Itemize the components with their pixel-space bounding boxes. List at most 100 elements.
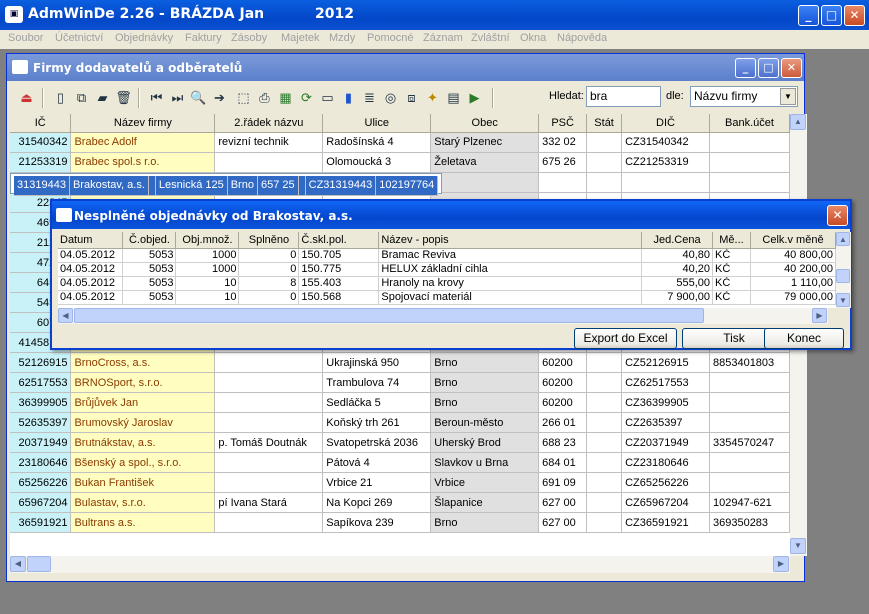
menu-ucetnictvi[interactable]: Účetnictví — [55, 32, 103, 44]
menu-faktury[interactable]: Faktury — [185, 32, 222, 44]
menu-okna[interactable]: Okna — [520, 32, 546, 44]
column-header[interactable]: Obec — [430, 114, 540, 133]
dialog-close-button[interactable]: ✕ — [827, 205, 848, 226]
chart-icon[interactable]: ▮ — [340, 89, 357, 106]
menu-mzdy[interactable]: Mzdy — [329, 32, 355, 44]
child-maximize-button[interactable]: □ — [758, 58, 779, 78]
excel-icon[interactable]: ▦ — [277, 89, 294, 106]
wand-icon[interactable]: ✦ — [424, 89, 441, 106]
menu-zaznam[interactable]: Záznam — [423, 32, 463, 44]
open-folder-icon[interactable]: ▰ — [94, 89, 111, 106]
table-cell — [709, 412, 790, 433]
menu-pomocne[interactable]: Pomocné — [367, 32, 413, 44]
table-row[interactable]: 31319443 Brakostav, a.s. Lesnická 125 Brno 6… — [10, 172, 443, 196]
table-row[interactable]: 04.05.2012 5053 10 0 150.568 Spojovací materi… — [58, 290, 836, 305]
table-cell — [214, 412, 324, 433]
scroll-left-icon[interactable]: ◀ — [10, 556, 26, 572]
scroll-left-icon[interactable]: ◀ — [58, 308, 73, 323]
search-input[interactable]: bra — [586, 86, 661, 107]
binoculars-icon[interactable]: ◎ — [382, 89, 399, 106]
column-header[interactable]: Jed.Cena — [641, 232, 714, 249]
list-icon[interactable]: ≣ — [361, 89, 378, 106]
table-row[interactable]: 21253319 Brabec spol.s r.o. Olomoucká 3 Žel… — [10, 152, 790, 173]
search-icon[interactable]: 🔍 — [190, 89, 207, 106]
minimize-button[interactable]: _ — [798, 5, 819, 26]
dialog-horizontal-scrollbar[interactable]: ◀ ▶ — [58, 308, 828, 324]
select-icon[interactable]: ⬚ — [235, 89, 252, 106]
column-header[interactable]: Název - popis — [378, 232, 643, 249]
menu-soubor[interactable]: Soubor — [8, 32, 43, 44]
child-minimize-button[interactable]: _ — [735, 58, 756, 78]
menu-zvlastni[interactable]: Zvláštní — [471, 32, 510, 44]
scroll-down-icon[interactable]: ▼ — [836, 293, 850, 307]
table-row[interactable]: 04.05.2012 5053 10 8 155.403 Hranoly na krovy… — [58, 276, 836, 291]
column-header[interactable]: DIČ — [621, 114, 710, 133]
maximize-button[interactable]: □ — [821, 5, 842, 26]
column-header[interactable]: Č.skl.pol. — [298, 232, 380, 249]
table-row[interactable]: 52635397 Brumovský Jaroslav Koňský trh 261… — [10, 412, 790, 433]
last-record-icon[interactable]: ⏭ — [169, 89, 186, 106]
delete-icon[interactable]: 🗑 — [115, 89, 132, 106]
chevron-down-icon[interactable]: ▼ — [780, 88, 796, 105]
dialog-vertical-scrollbar[interactable]: ▲ ▼ — [836, 232, 851, 308]
first-record-icon[interactable]: ⏮ — [148, 89, 165, 106]
table-cell: 0 — [238, 262, 300, 277]
table-row[interactable]: 62517553 BRNOSport, s.r.o. Trambulova 74 Br… — [10, 372, 790, 393]
table-row[interactable]: 31540342 Brabec Adolf revizní technik Radoš… — [10, 132, 790, 153]
column-header[interactable]: Splněno — [238, 232, 300, 249]
column-header[interactable]: Mě... — [712, 232, 751, 249]
search-by-select[interactable]: Názvu firmy ▼ — [690, 86, 798, 107]
scroll-thumb[interactable] — [27, 556, 51, 572]
menu-objednavky[interactable]: Objednávky — [115, 32, 173, 44]
menu-napoveda[interactable]: Nápověda — [557, 32, 607, 44]
table-row[interactable]: 36399905 Brůjůvek Jan Sedláčka 5 Brno 60200 C… — [10, 392, 790, 413]
notes-icon[interactable]: ▤ — [445, 89, 462, 106]
table-row[interactable]: 04.05.2012 5053 1000 0 150.775 HELUX základní… — [58, 262, 836, 277]
documents-icon[interactable]: ⧈ — [403, 89, 420, 106]
export-excel-button[interactable]: Export do Excel — [574, 328, 677, 349]
close-button[interactable]: ✕ — [844, 5, 865, 26]
column-header[interactable]: Stát — [586, 114, 623, 133]
table-row[interactable]: 36591921 Bultrans a.s. Sapíkova 239 Brno 627… — [10, 512, 790, 533]
card-icon[interactable]: ▭ — [319, 89, 336, 106]
table-cell: KČ — [712, 276, 751, 291]
table-row[interactable]: 23180646 Bšenský a spol., s.r.o. Pátová 4S… — [10, 452, 790, 473]
close-dialog-button[interactable]: Konec — [764, 328, 844, 349]
column-header[interactable]: 2.řádek názvu — [214, 114, 324, 133]
column-header[interactable]: PSČ — [538, 114, 588, 133]
table-row[interactable]: 65256226 Bukan František Vrbice 21 Vrbice 69… — [10, 472, 790, 493]
print-icon[interactable]: ⎙ — [256, 89, 273, 106]
menu-majetek[interactable]: Majetek — [281, 32, 320, 44]
table-cell — [586, 172, 623, 193]
refresh-icon[interactable]: ⟳ — [298, 89, 315, 106]
table-cell: pí Ivana Stará — [214, 492, 324, 513]
horizontal-scrollbar[interactable]: ◀ ▶ — [10, 556, 790, 573]
table-row[interactable]: 20371949 Brutnákstav, a.s. p. Tomáš Doutná… — [10, 432, 790, 453]
new-document-icon[interactable]: ▯ — [52, 89, 69, 106]
column-header[interactable]: Bank.účet — [709, 114, 790, 133]
table-row[interactable]: 04.05.2012 5053 1000 0 150.705 Bramac Reviva 4… — [58, 248, 836, 263]
column-header[interactable]: Ulice — [322, 114, 432, 133]
child-close-button[interactable]: ✕ — [781, 58, 802, 78]
table-cell: KČ — [712, 248, 751, 263]
table-row[interactable]: 65967204 Bulastav, s.r.o. pí Ivana Stará Na… — [10, 492, 790, 513]
column-header[interactable]: Obj.množ. — [175, 232, 240, 249]
column-header[interactable]: Č.objed. — [122, 232, 177, 249]
run-icon[interactable]: ▶ — [466, 89, 483, 106]
column-header[interactable]: Celk.v měně — [750, 232, 836, 249]
table-row[interactable]: 52126915 BrnoCross, a.s. Ukrajinská 950 Brn… — [10, 352, 790, 373]
menu-zasoby[interactable]: Zásoby — [231, 32, 267, 44]
scroll-right-icon[interactable]: ▶ — [812, 308, 827, 323]
column-header[interactable]: Datum — [58, 232, 124, 249]
arrow-right-icon[interactable]: ➔ — [211, 89, 228, 106]
column-header[interactable]: Název firmy — [70, 114, 216, 133]
exit-icon[interactable]: ⏏ — [18, 89, 35, 106]
scroll-right-icon[interactable]: ▶ — [773, 556, 789, 572]
scroll-down-icon[interactable]: ▼ — [790, 538, 806, 554]
scroll-up-icon[interactable]: ▲ — [790, 114, 806, 130]
column-header[interactable]: IČ — [10, 114, 72, 133]
scroll-thumb[interactable] — [74, 308, 704, 323]
copy-icon[interactable]: ⧉ — [73, 89, 90, 106]
scroll-up-icon[interactable]: ▲ — [836, 232, 850, 246]
scroll-thumb[interactable] — [836, 269, 850, 283]
